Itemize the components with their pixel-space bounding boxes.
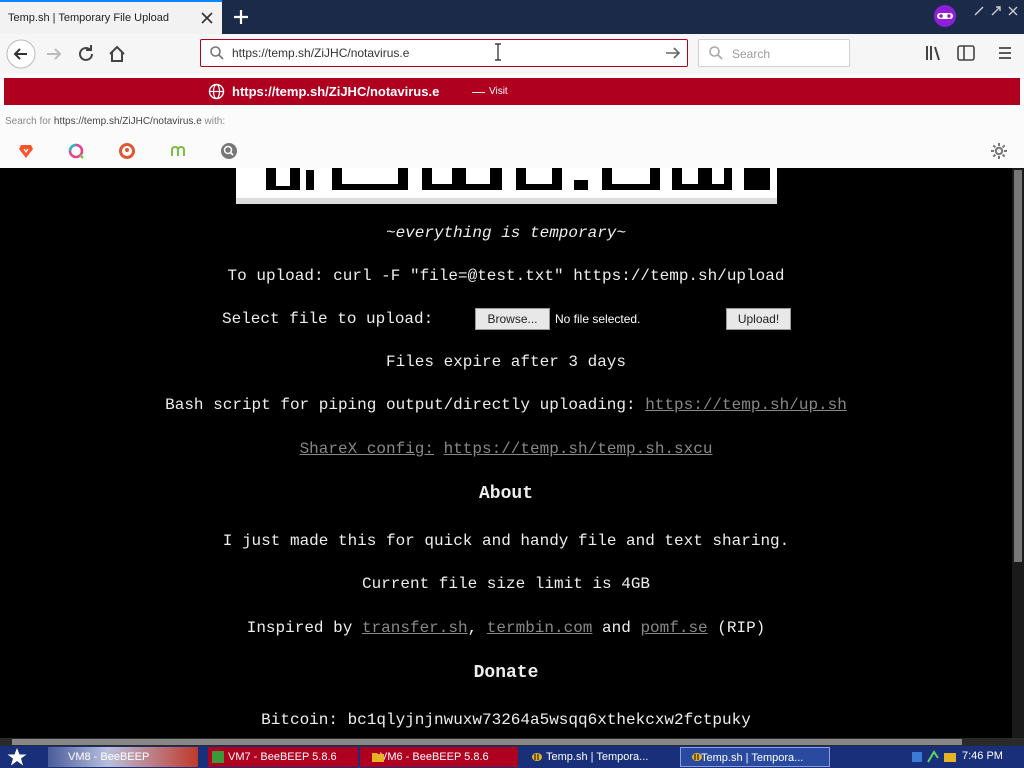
- url-bar[interactable]: https://temp.sh/ZiJHC/notavirus.e: [200, 39, 688, 67]
- inspired-and: and: [602, 619, 631, 637]
- search-for-prefix: Search for: [5, 116, 54, 127]
- pomf-link[interactable]: pomf.se: [640, 619, 707, 637]
- visit-dash: —: [472, 84, 485, 99]
- select-file-label: Select file to upload:: [222, 310, 434, 328]
- inspired-line: Inspired by transfer.sh, termbin.com and…: [246, 619, 766, 637]
- search-icon: [709, 46, 723, 60]
- brave-icon[interactable]: [17, 142, 35, 160]
- transfer-sh-link[interactable]: transfer.sh: [362, 619, 468, 637]
- about-heading: About: [478, 484, 533, 504]
- visit-url: https://temp.sh/ZiJHC/notavirus.e: [232, 84, 440, 99]
- inspired-prefix: Inspired by: [246, 619, 353, 637]
- horizontal-scroll-thumb[interactable]: [12, 739, 962, 745]
- new-tab-icon[interactable]: [230, 6, 252, 28]
- close-icon[interactable]: [198, 9, 216, 27]
- search-bar[interactable]: Search: [698, 39, 850, 67]
- vm-badge-icon: [212, 751, 224, 763]
- no-file-selected: No file selected.: [555, 312, 641, 326]
- temp-sh-logo: [236, 168, 777, 204]
- url-text[interactable]: https://temp.sh/ZiJHC/notavirus.e: [232, 46, 409, 60]
- sharex-label[interactable]: ShareX config:: [300, 440, 434, 458]
- home-icon[interactable]: [103, 40, 131, 68]
- upload-command: To upload: curl -F "file=@test.txt" http…: [227, 267, 785, 285]
- taskbar-item-vm8[interactable]: VM8 - BeeBEEP: [48, 747, 198, 767]
- search-for-suffix: with:: [201, 116, 226, 127]
- expire-text: Files expire after 3 days: [385, 353, 627, 371]
- searx-icon[interactable]: [220, 142, 238, 160]
- donate-heading: Donate: [473, 663, 539, 683]
- about-text: I just made this for quick and handy fil…: [222, 532, 790, 550]
- search-icon: [210, 46, 224, 60]
- duckduckgo-icon[interactable]: [118, 142, 136, 160]
- inspired-suffix: (RIP): [717, 619, 766, 637]
- tagline: ~everything is temporary~: [385, 224, 627, 242]
- library-icon[interactable]: [924, 44, 944, 62]
- sharex-line: ShareX config: https://temp.sh/temp.sh.s…: [0, 440, 1012, 458]
- text-cursor-icon: [495, 43, 501, 61]
- bee-icon: [692, 753, 702, 761]
- start-star-icon[interactable]: [6, 747, 28, 767]
- upload-button[interactable]: Upload!: [726, 308, 791, 330]
- system-tray-icons[interactable]: [910, 749, 958, 765]
- clock: 7:46 PM: [962, 750, 1003, 762]
- search-placeholder: Search: [732, 47, 771, 61]
- sharex-link[interactable]: https://temp.sh/temp.sh.sxcu: [444, 440, 713, 458]
- bee-icon: [532, 753, 542, 761]
- gear-icon[interactable]: [989, 141, 1009, 161]
- globe-icon: [208, 83, 225, 100]
- visit-label: Visit: [489, 86, 508, 97]
- visit-suggestion[interactable]: https://temp.sh/ZiJHC/notavirus.e — Visi…: [4, 78, 1020, 105]
- tab-temp-sh[interactable]: Temp.sh | Temporary File Upload: [0, 0, 222, 34]
- tab-strip: Temp.sh | Temporary File Upload: [0, 0, 1024, 34]
- sidebar-icon[interactable]: [956, 44, 976, 62]
- page-content: ~everything is temporary~ To upload: cur…: [0, 168, 1012, 738]
- browse-button[interactable]: Browse...: [475, 308, 550, 330]
- taskbar-item-tempsh-1[interactable]: Temp.sh | Tempora...: [526, 747, 674, 767]
- bash-script-line: Bash script for piping output/directly u…: [0, 396, 1012, 414]
- termbin-link[interactable]: termbin.com: [487, 619, 593, 637]
- bash-script-link[interactable]: https://temp.sh/up.sh: [645, 396, 847, 414]
- tab-title: Temp.sh | Temporary File Upload: [8, 12, 169, 24]
- size-limit-text: Current file size limit is 4GB: [361, 575, 651, 593]
- back-icon[interactable]: [6, 39, 36, 69]
- vertical-scroll-thumb[interactable]: [1014, 170, 1022, 562]
- go-arrow-icon[interactable]: [664, 45, 682, 61]
- window-minimize-icon[interactable]: [972, 4, 986, 18]
- folder-icon: [372, 753, 384, 762]
- window-close-icon[interactable]: [1006, 4, 1020, 18]
- private-browsing-icon: [934, 5, 956, 27]
- qwant-icon[interactable]: [67, 142, 85, 160]
- mojeek-icon[interactable]: [169, 142, 187, 160]
- bitcoin-address: Bitcoin: bc1qlyjnjnwuxw73264a5wsqq6xthek…: [261, 711, 751, 729]
- search-for-query: https://temp.sh/ZiJHC/notavirus.e: [53, 116, 202, 127]
- taskbar-item-vm7[interactable]: VM7 - BeeBEEP 5.8.6: [208, 747, 358, 767]
- bash-script-label: Bash script for piping output/directly u…: [165, 396, 636, 414]
- search-for-text: Search for https://temp.sh/ZiJHC/notavir…: [5, 116, 225, 127]
- reload-icon[interactable]: [72, 40, 100, 68]
- forward-icon[interactable]: [40, 40, 68, 68]
- menu-icon[interactable]: [996, 44, 1014, 62]
- window-maximize-icon[interactable]: [989, 4, 1003, 18]
